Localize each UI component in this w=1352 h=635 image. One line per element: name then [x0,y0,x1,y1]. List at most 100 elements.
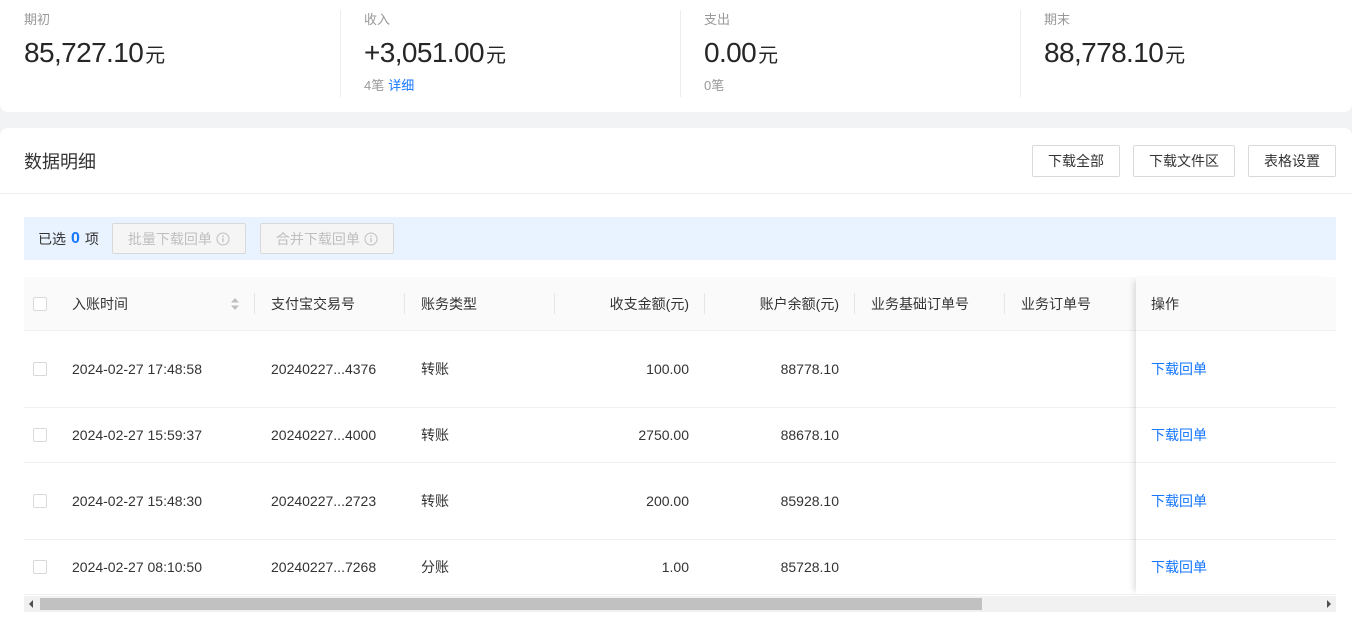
row-check-cell [24,408,56,462]
sort-icon[interactable] [231,297,239,310]
stat-expense: 支出 0.00 元 0笔 [680,0,1020,112]
table-settings-button[interactable]: 表格设置 [1248,144,1336,177]
selection-bar: 已选 0 项 批量下载回单 合并下载回单 [24,217,1336,260]
cell-action: 下载回单 [1136,408,1336,462]
cell-time: 2024-02-27 08:10:50 [72,559,202,575]
col-header-time[interactable]: 入账时间 [56,277,255,330]
summary-card: 期初 85,727.10 元 收入 +3,051.00 元 4笔 详细 支出 0.00… [0,0,1352,112]
data-table: 入账时间 支付宝交易号 账务类型 收支金额(元) 账户余额(元) 业务基础订单号… [24,277,1336,612]
cell-balance: 85928.10 [780,493,839,509]
col-header-label: 入账时间 [72,295,128,312]
cell-trade-no: 20240227...7268 [271,559,377,575]
stat-count: 4笔 [364,78,385,93]
page-title: 数据明细 [24,151,96,172]
stat-amount: 0.00 [704,37,757,68]
cell-biz-base-order-no [855,408,1005,462]
cell-biz-order-no [1005,540,1155,594]
stat-unit: 元 [758,45,779,67]
stat-unit: 元 [485,45,506,67]
table-row: 下载回单 [1136,540,1336,595]
stat-unit: 元 [145,45,166,67]
batch-download-receipts-button[interactable]: 批量下载回单 [111,223,246,254]
col-header-biz-order-no: 业务订单号 [1005,277,1155,330]
stat-amount: +3,051.00 [364,37,485,68]
col-header-balance: 账户余额(元) [705,277,855,330]
download-area-button[interactable]: 下载文件区 [1133,144,1235,177]
cell-trade-no: 20240227...4376 [271,361,377,377]
cell-trade-no: 20240227...2723 [271,493,377,509]
scrollbar-thumb[interactable] [40,598,982,610]
stat-opening: 期初 85,727.10 元 [0,0,340,112]
cell-time: 2024-02-27 15:59:37 [72,427,202,443]
scroll-right-arrow-icon[interactable] [1327,600,1331,608]
download-all-button[interactable]: 下载全部 [1032,144,1120,177]
horizontal-scrollbar[interactable] [24,596,1336,612]
stat-value: 88,778.10 元 [1044,36,1352,70]
cell-balance: 85728.10 [780,559,839,575]
row-check-cell [24,331,56,407]
col-header-type: 账务类型 [405,277,555,330]
stat-label: 期末 [1044,12,1071,27]
cell-biz-order-no [1005,331,1155,407]
detail-header: 数据明细 下载全部 下载文件区 表格设置 [0,128,1352,194]
download-receipt-link[interactable]: 下载回单 [1151,557,1207,577]
cell-action: 下载回单 [1136,540,1336,594]
table-row: 下载回单 [1136,408,1336,463]
row-checkbox[interactable] [33,494,47,508]
cell-biz-base-order-no [855,540,1005,594]
cell-biz-order-no [1005,463,1155,539]
scroll-left-arrow-icon[interactable] [29,600,33,608]
row-check-cell [24,540,56,594]
cell-biz-base-order-no [855,331,1005,407]
selection-suffix: 项 [84,230,99,247]
stat-sub: 4笔 详细 [364,77,680,95]
cell-biz-base-order-no [855,463,1005,539]
download-receipt-link[interactable]: 下载回单 [1151,491,1207,511]
button-label: 批量下载回单 [127,230,212,247]
stat-amount: 85,727.10 [24,37,144,68]
download-receipt-link[interactable]: 下载回单 [1151,359,1207,379]
info-circle-icon [364,232,378,245]
income-detail-link[interactable]: 详细 [388,78,414,93]
button-label: 合并下载回单 [275,230,360,247]
col-header-trade-no: 支付宝交易号 [255,277,405,330]
cell-amount: 2750.00 [638,427,689,443]
stat-label: 收入 [364,12,391,27]
fixed-action-column: 操作 下载回单 下载回单 下载回单 下载回单 [1136,277,1336,595]
select-all-checkbox[interactable] [33,296,47,311]
row-checkbox[interactable] [33,362,47,376]
stat-income: 收入 +3,051.00 元 4笔 详细 [340,0,680,112]
merge-download-receipts-button[interactable]: 合并下载回单 [259,223,394,254]
stat-label: 期初 [24,12,51,27]
download-receipt-link[interactable]: 下载回单 [1151,425,1207,445]
stat-amount: 88,778.10 [1044,37,1164,68]
cell-action: 下载回单 [1136,331,1336,407]
row-checkbox[interactable] [33,560,47,574]
cell-type: 转账 [421,493,449,509]
stat-value: 0.00 元 [704,36,1020,70]
detail-card: 数据明细 下载全部 下载文件区 表格设置 已选 0 项 批量下载回单 合并下载回单 … [0,128,1352,635]
cell-type: 分账 [421,559,449,575]
cell-amount: 100.00 [646,361,689,377]
cell-time: 2024-02-27 17:48:58 [72,361,202,377]
selection-summary: 已选 0 项 [38,229,99,249]
table-row: 下载回单 [1136,331,1336,408]
row-checkbox[interactable] [33,428,47,442]
cell-type: 转账 [421,361,449,377]
cell-time: 2024-02-27 15:48:30 [72,493,202,509]
selection-count: 0 [71,229,80,247]
info-circle-icon [216,232,230,245]
stat-unit: 元 [1165,45,1186,67]
table-row: 下载回单 [1136,463,1336,540]
stat-value: 85,727.10 元 [24,36,340,70]
cell-amount: 200.00 [646,493,689,509]
stat-count: 0笔 [704,78,725,93]
stat-closing: 期末 88,778.10 元 [1020,0,1352,112]
stat-sub: 0笔 [704,77,1020,95]
header-actions: 下载全部 下载文件区 表格设置 [1019,144,1336,177]
stat-value: +3,051.00 元 [364,36,680,70]
col-header-action: 操作 [1151,295,1179,312]
col-header-biz-base-order-no: 业务基础订单号 [855,277,1005,330]
header-check-cell [24,277,56,330]
cell-balance: 88678.10 [780,427,839,443]
